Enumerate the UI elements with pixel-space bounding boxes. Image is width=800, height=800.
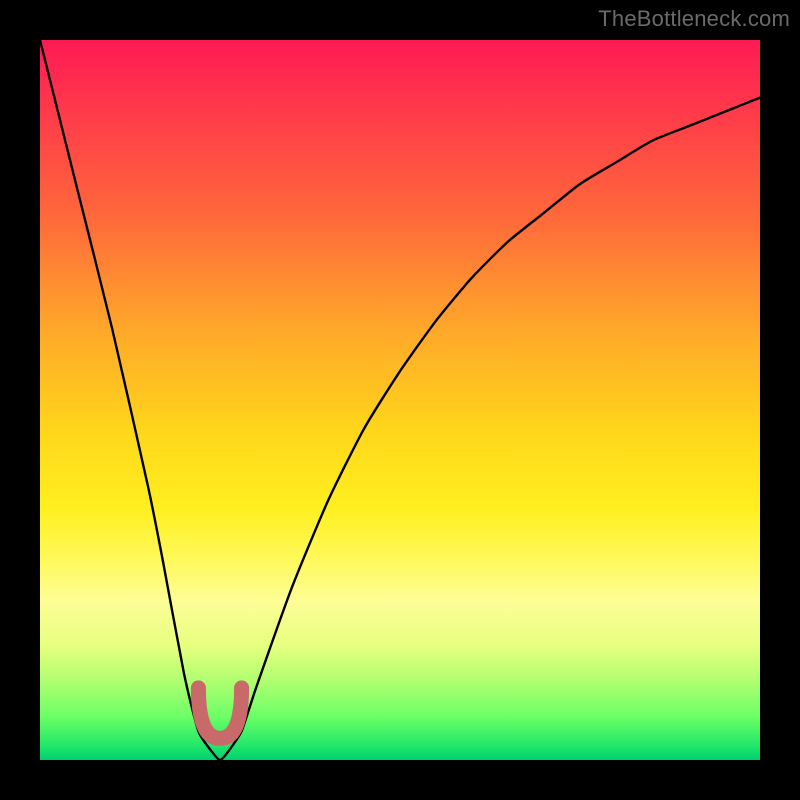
chart-frame: TheBottleneck.com [0, 0, 800, 800]
plot-area [40, 40, 760, 760]
bottleneck-curve [40, 40, 760, 760]
watermark-text: TheBottleneck.com [598, 6, 790, 32]
